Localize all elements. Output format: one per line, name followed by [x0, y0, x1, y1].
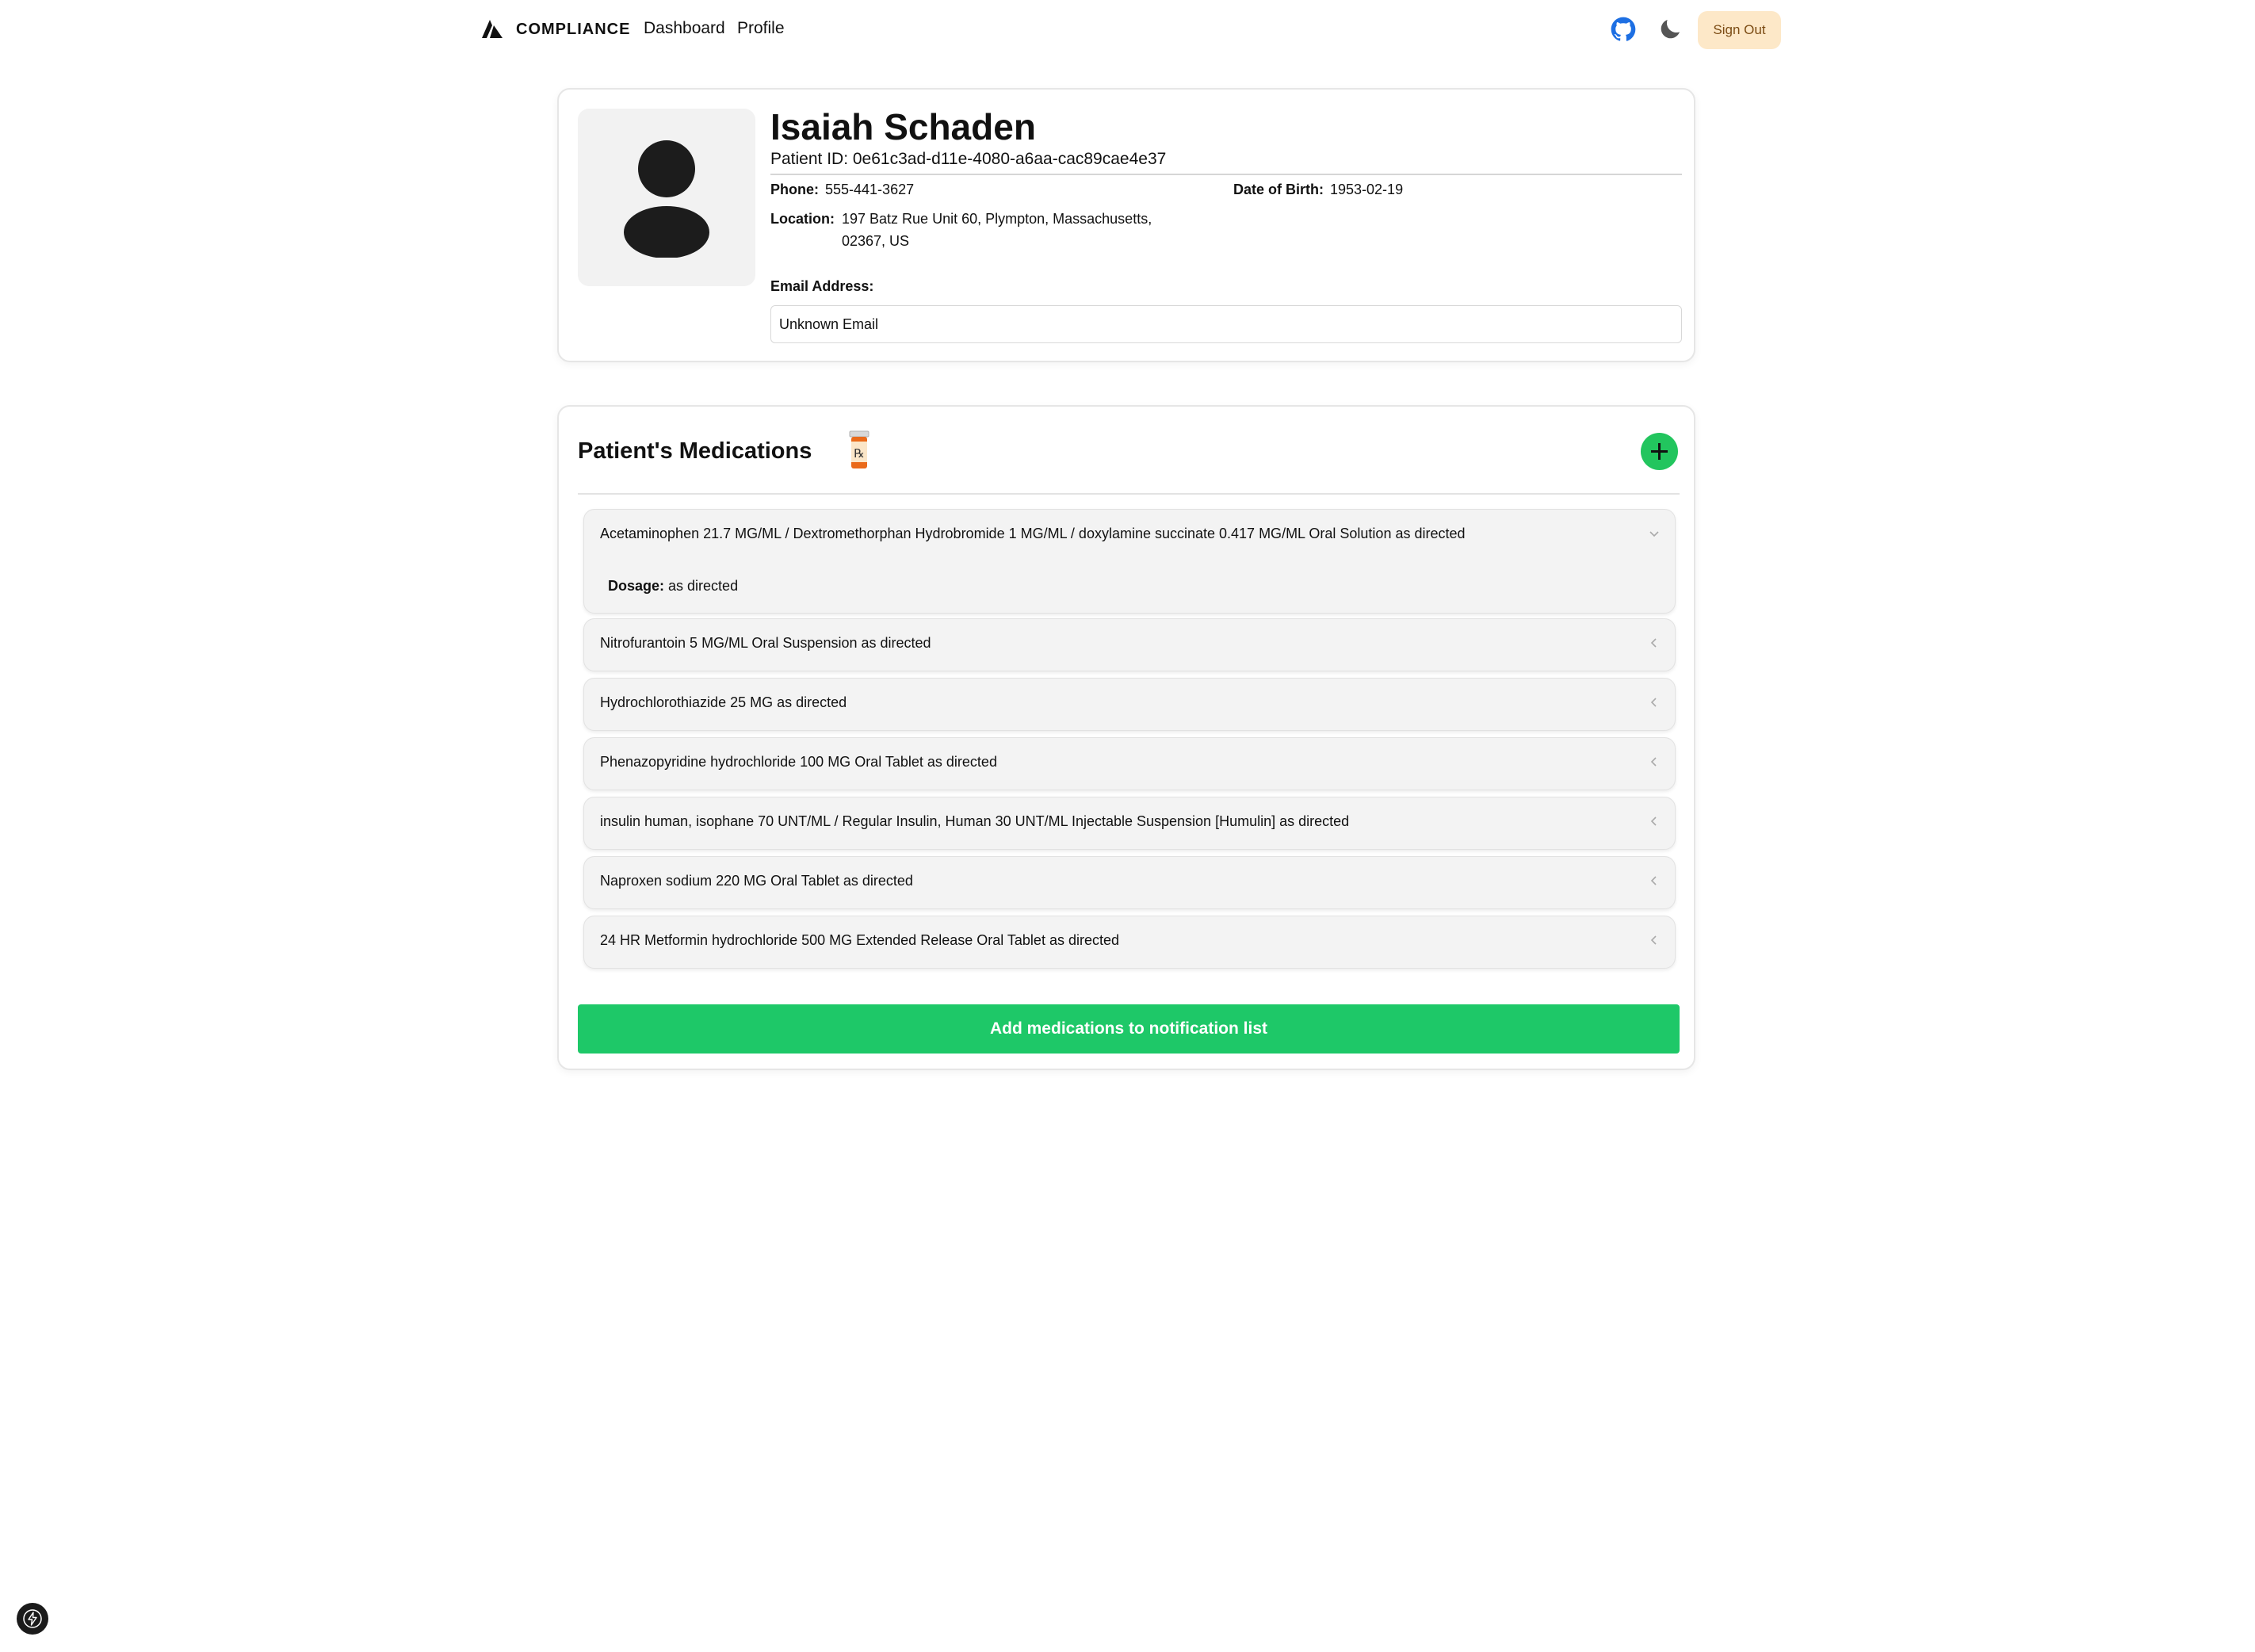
moon-icon[interactable]	[1657, 17, 1683, 42]
chevron-left-icon[interactable]	[1648, 874, 1661, 887]
medication-item[interactable]: Phenazopyridine hydrochloride 100 MG Ora…	[583, 737, 1676, 790]
medication-name: Naproxen sodium 220 MG Oral Tablet as di…	[600, 873, 913, 889]
dev-tools-button[interactable]	[17, 1603, 48, 1635]
patient-card: Isaiah Schaden Patient ID: 0e61c3ad-d11e…	[557, 88, 1695, 362]
nav-link-profile[interactable]: Profile	[737, 19, 785, 38]
chevron-left-icon[interactable]	[1648, 696, 1661, 709]
medication-item[interactable]: 24 HR Metformin hydrochloride 500 MG Ext…	[583, 916, 1676, 969]
patient-id: Patient ID: 0e61c3ad-d11e-4080-a6aa-cac8…	[770, 150, 1167, 168]
user-avatar-icon	[624, 140, 709, 258]
medication-name: Hydrochlorothiazide 25 MG as directed	[600, 694, 847, 710]
location-label: Location:	[770, 211, 835, 227]
medications-card: Patient's Medications ℞ Acetaminophen 21…	[557, 405, 1695, 1070]
chevron-left-icon[interactable]	[1648, 637, 1661, 649]
medication-name: Acetaminophen 21.7 MG/ML / Dextromethorp…	[600, 526, 1466, 541]
dob-value: 1953-02-19	[1330, 182, 1404, 197]
dob-label: Date of Birth:	[1233, 182, 1324, 197]
top-navbar: COMPLIANCE Dashboard Profile Sign Out	[0, 0, 2255, 59]
brand-logo[interactable]: COMPLIANCE	[481, 17, 630, 41]
medication-item[interactable]: Nitrofurantoin 5 MG/ML Oral Suspension a…	[583, 618, 1676, 671]
medication-dosage: Dosage: as directed	[608, 578, 738, 595]
phone-field: Phone: 555-441-3627	[770, 182, 914, 198]
medication-item[interactable]: Hydrochlorothiazide 25 MG as directed	[583, 678, 1676, 731]
medications-title: Patient's Medications	[578, 438, 812, 464]
dosage-label: Dosage:	[608, 578, 665, 594]
medication-name: Nitrofurantoin 5 MG/ML Oral Suspension a…	[600, 635, 931, 651]
chevron-left-icon[interactable]	[1648, 815, 1661, 828]
medication-item[interactable]: Acetaminophen 21.7 MG/ML / Dextromethorp…	[583, 509, 1676, 614]
lightning-icon	[23, 1609, 42, 1628]
chevron-left-icon[interactable]	[1648, 934, 1661, 946]
add-to-notification-list-button[interactable]: Add medications to notification list	[578, 1004, 1680, 1054]
phone-label: Phone:	[770, 182, 819, 197]
medication-item[interactable]: insulin human, isophane 70 UNT/ML / Regu…	[583, 797, 1676, 850]
dob-field: Date of Birth: 1953-02-19	[1233, 182, 1403, 198]
brand-name: COMPLIANCE	[516, 20, 631, 38]
phone-value: 555-441-3627	[825, 182, 915, 197]
medication-name: 24 HR Metformin hydrochloride 500 MG Ext…	[600, 932, 1119, 948]
chevron-left-icon[interactable]	[1648, 755, 1661, 768]
medication-name: Phenazopyridine hydrochloride 100 MG Ora…	[600, 754, 997, 770]
medications-divider	[578, 493, 1680, 495]
nav-link-dashboard[interactable]: Dashboard	[644, 19, 725, 38]
email-label: Email Address:	[770, 278, 874, 294]
add-medication-button[interactable]	[1641, 433, 1678, 470]
medication-item[interactable]: Naproxen sodium 220 MG Oral Tablet as di…	[583, 856, 1676, 909]
patient-name: Isaiah Schaden	[770, 106, 1036, 147]
compliance-logo-icon	[482, 20, 503, 38]
dosage-value: as directed	[668, 578, 739, 594]
medication-name: insulin human, isophane 70 UNT/ML / Regu…	[600, 813, 1350, 829]
avatar	[578, 109, 755, 286]
email-field[interactable]	[770, 305, 1682, 343]
sign-out-button[interactable]: Sign Out	[1698, 11, 1781, 49]
location-value: 197 Batz Rue Unit 60, Plympton, Massachu…	[842, 211, 1152, 249]
chevron-down-icon[interactable]	[1648, 527, 1661, 540]
header-divider	[770, 174, 1682, 175]
location-field: Location: 197 Batz Rue Unit 60, Plympton…	[770, 211, 1191, 252]
svg-text:℞: ℞	[854, 446, 864, 461]
github-icon[interactable]	[1611, 17, 1636, 42]
plus-icon	[1651, 443, 1668, 460]
pill-bottle-icon: ℞	[849, 430, 870, 468]
